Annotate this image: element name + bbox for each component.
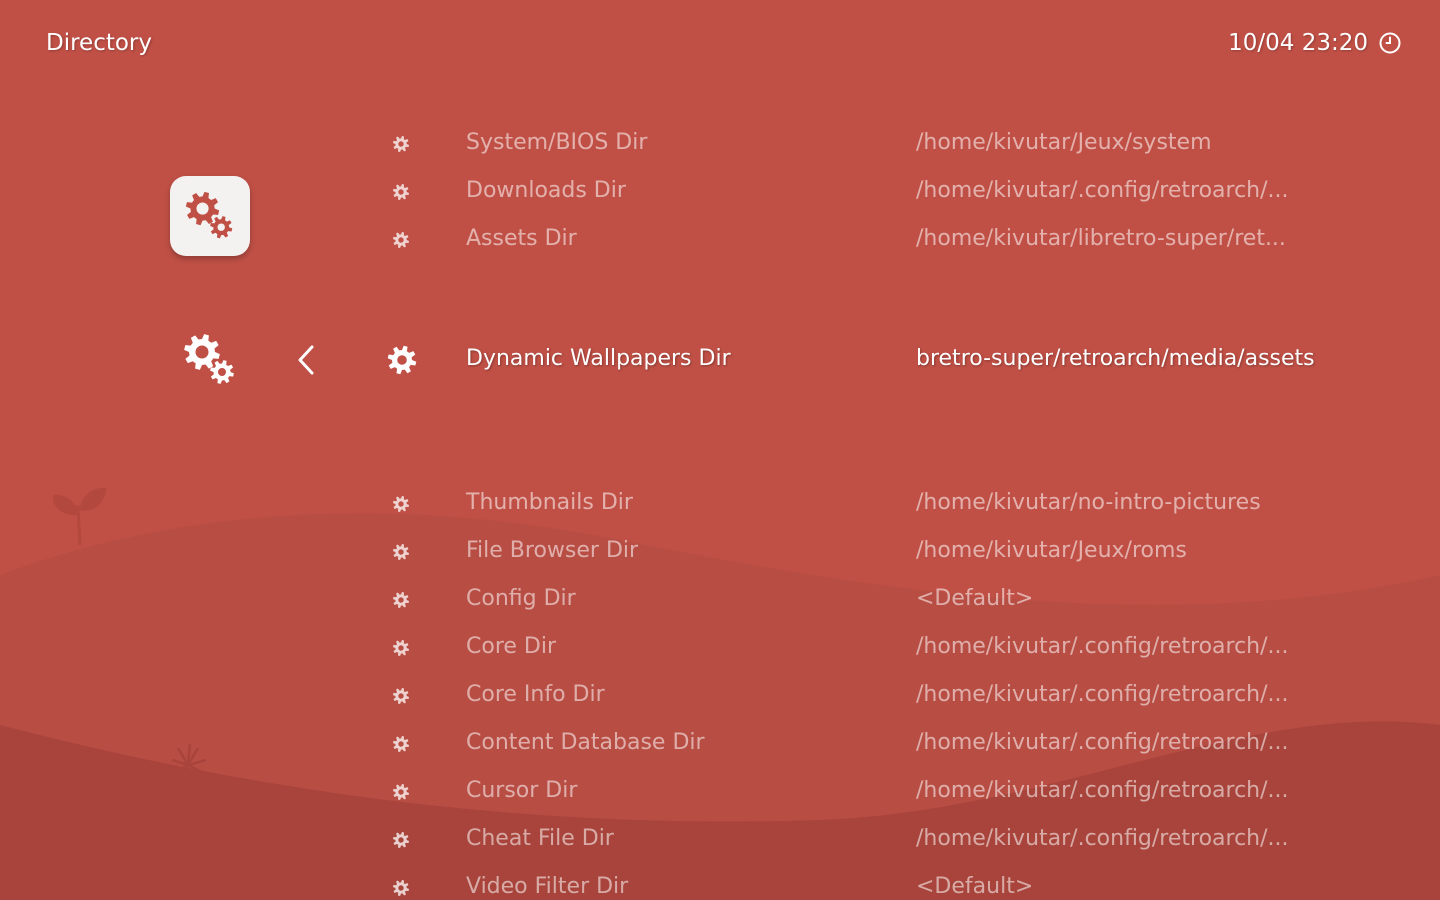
settings-menu-list: System/BIOS Dir/home/kivutar/Jeux/system… <box>0 0 1440 900</box>
menu-item-label: Cursor Dir <box>466 778 578 803</box>
menu-item[interactable]: System/BIOS Dir/home/kivutar/Jeux/system <box>380 124 1380 164</box>
menu-item-value: <Default> <box>916 874 1034 899</box>
menu-item-label: Core Dir <box>466 634 557 659</box>
gear-icon <box>392 543 410 561</box>
menu-item[interactable]: Video Filter Dir <Default> <box>380 868 1380 900</box>
gear-icon <box>392 783 410 801</box>
menu-item-value: /home/kivutar/.config/retroarch/... <box>916 778 1289 803</box>
gear-icon <box>392 231 410 249</box>
menu-item-label: File Browser Dir <box>466 538 639 563</box>
menu-item-value: /home/kivutar/Jeux/roms <box>916 538 1187 563</box>
menu-item-value: /home/kivutar/no-intro-pictures <box>916 490 1261 515</box>
menu-item-value: /home/kivutar/.config/retroarch/... <box>916 634 1289 659</box>
menu-item[interactable]: Thumbnails Dir/home/kivutar/no-intro-pic… <box>380 484 1380 524</box>
menu-item-selected[interactable]: Dynamic Wallpapers Dir bretro-super/retro… <box>380 340 1380 380</box>
menu-item-label: Core Info Dir <box>466 682 605 707</box>
menu-item-label: Dynamic Wallpapers Dir <box>466 346 731 371</box>
menu-item-value: /home/kivutar/.config/retroarch/... <box>916 178 1289 203</box>
gear-icon <box>392 591 410 609</box>
menu-item-label: Content Database Dir <box>466 730 705 755</box>
menu-item-value: /home/kivutar/.config/retroarch/... <box>916 682 1289 707</box>
menu-item[interactable]: Downloads Dir/home/kivutar/.config/retro… <box>380 172 1380 212</box>
menu-item[interactable]: Cheat File Dir/home/kivutar/.config/retr… <box>380 820 1380 860</box>
menu-item-value: bretro-super/retroarch/media/assets <box>916 346 1315 371</box>
menu-item-label: Cheat File Dir <box>466 826 614 851</box>
menu-item-value: /home/kivutar/.config/retroarch/... <box>916 730 1289 755</box>
menu-item-label: Video Filter Dir <box>466 874 629 899</box>
menu-item[interactable]: Content Database Dir/home/kivutar/.confi… <box>380 724 1380 764</box>
gear-icon <box>392 831 410 849</box>
gear-icon <box>392 183 410 201</box>
menu-item-label: Config Dir <box>466 586 576 611</box>
menu-item[interactable]: Cursor Dir/home/kivutar/.config/retroarc… <box>380 772 1380 812</box>
gear-icon <box>392 879 410 897</box>
menu-item-label: System/BIOS Dir <box>466 130 648 155</box>
menu-item-label: Assets Dir <box>466 226 577 251</box>
menu-item-label: Thumbnails Dir <box>466 490 633 515</box>
gear-icon <box>392 495 410 513</box>
menu-item-value: /home/kivutar/Jeux/system <box>916 130 1212 155</box>
gear-icon <box>392 687 410 705</box>
menu-item[interactable]: Config Dir <Default> <box>380 580 1380 620</box>
menu-item-value: /home/kivutar/libretro-super/ret... <box>916 226 1286 251</box>
menu-item-label: Downloads Dir <box>466 178 626 203</box>
gear-icon <box>387 345 417 375</box>
menu-item[interactable]: Assets Dir/home/kivutar/libretro-super/r… <box>380 220 1380 260</box>
menu-item[interactable]: Core Info Dir/home/kivutar/.config/retro… <box>380 676 1380 716</box>
menu-item[interactable]: Core Dir/home/kivutar/.config/retroarch/… <box>380 628 1380 668</box>
menu-item-value: <Default> <box>916 586 1034 611</box>
gear-icon <box>392 135 410 153</box>
menu-item-value: /home/kivutar/.config/retroarch/... <box>916 826 1289 851</box>
gear-icon <box>392 639 410 657</box>
gear-icon <box>392 735 410 753</box>
menu-item[interactable]: File Browser Dir/home/kivutar/Jeux/roms <box>380 532 1380 572</box>
